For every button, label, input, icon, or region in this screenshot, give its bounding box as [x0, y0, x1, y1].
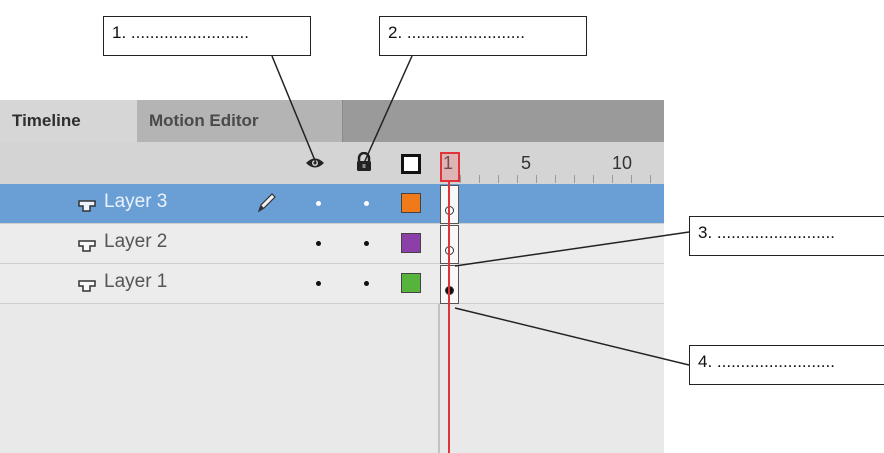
callout-leader-lines: [271, 55, 690, 366]
